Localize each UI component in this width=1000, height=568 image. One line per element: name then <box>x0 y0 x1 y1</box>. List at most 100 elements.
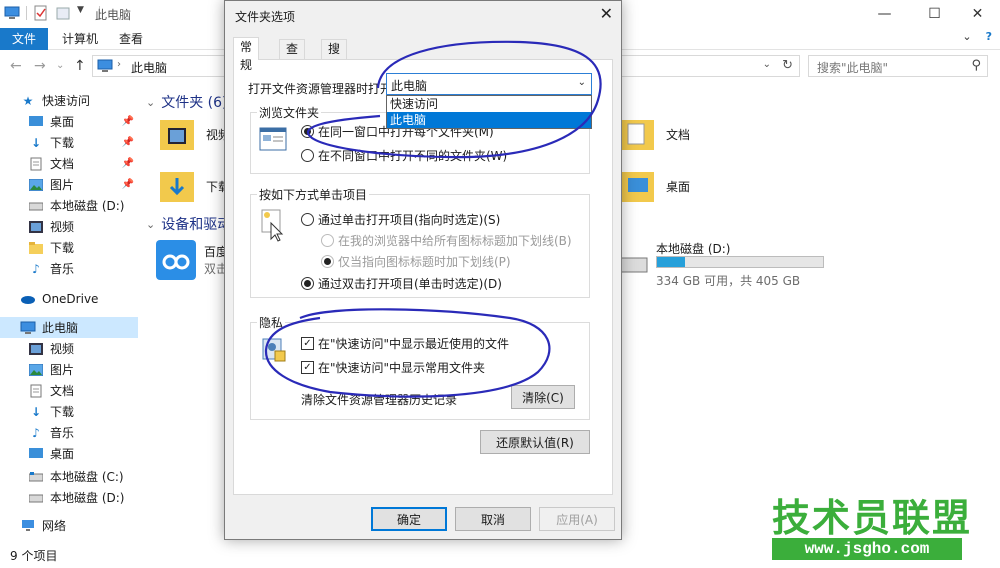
sidebar-item-pc-downloads[interactable]: ↓ 下载 <box>0 401 138 422</box>
sidebar-item-this-pc[interactable]: 此电脑 <box>0 317 138 338</box>
chevron-right-icon[interactable]: › <box>117 59 121 70</box>
pin-icon[interactable]: 📌 <box>122 179 134 190</box>
close-icon[interactable]: ✕ <box>600 4 613 23</box>
radio-single-click[interactable]: 通过单击打开项目(指向时选定)(S) <box>301 211 500 228</box>
recent-locations-icon[interactable]: ⌄ <box>56 60 64 71</box>
up-arrow-icon[interactable]: ↑ <box>74 58 86 74</box>
search-input[interactable]: 搜索"此电脑" ⚲ <box>808 55 988 77</box>
tab-file[interactable]: 文件 <box>0 28 49 50</box>
chevron-down-icon[interactable]: ⌄ <box>763 59 771 70</box>
cloud-icon <box>20 291 36 307</box>
chevron-down-icon[interactable]: ⌄ <box>962 30 971 43</box>
tab-search[interactable]: 搜索 <box>321 39 348 74</box>
forward-arrow-icon[interactable]: → <box>34 58 46 74</box>
pin-icon[interactable]: 📌 <box>122 158 134 169</box>
minimize-button[interactable]: — <box>862 0 907 28</box>
option-label: 在"快速访问"中显示常用文件夹 <box>318 361 486 375</box>
device-tile-baidu[interactable]: 百度 双击 <box>156 240 228 280</box>
sidebar-item-onedrive[interactable]: OneDrive <box>0 288 138 309</box>
drive-icon <box>28 490 44 506</box>
combobox-dropdown-list: 快速访问 此电脑 <box>386 95 592 129</box>
sidebar-item-download-folder[interactable]: 下载 <box>0 237 138 258</box>
tab-computer[interactable]: 计算机 <box>50 28 110 50</box>
back-arrow-icon[interactable]: ← <box>10 58 22 74</box>
sidebar-item-desktop[interactable]: 桌面 📌 <box>0 111 138 132</box>
maximize-button[interactable]: ☐ <box>912 0 957 28</box>
radio-indicator[interactable] <box>301 149 314 162</box>
sidebar-item-pc-videos[interactable]: 视频 <box>0 338 138 359</box>
drive-icon <box>28 469 44 485</box>
chevron-down-icon[interactable]: ⌄ <box>578 77 586 88</box>
apply-button[interactable]: 应用(A) <box>539 507 615 531</box>
radio-indicator[interactable] <box>321 234 334 247</box>
sidebar-item-label: 本地磁盘 (D:) <box>50 491 125 505</box>
sidebar-item-documents[interactable]: 文档 📌 <box>0 153 138 174</box>
option-quick-access[interactable]: 快速访问 <box>387 96 591 112</box>
chevron-down-icon[interactable]: ▼ <box>77 5 93 21</box>
pin-icon[interactable]: 📌 <box>122 137 134 148</box>
sidebar-item-music[interactable]: ♪ 音乐 <box>0 258 138 279</box>
sidebar-item-label: 网络 <box>42 519 67 533</box>
radio-indicator[interactable] <box>301 213 314 226</box>
help-icon[interactable]: ? <box>986 30 992 43</box>
folders-group-header[interactable]: ⌄ 文件夹 (6) <box>146 92 228 112</box>
sidebar-item-drive-c[interactable]: 本地磁盘 (C:) <box>0 466 138 487</box>
radio-double-click[interactable]: 通过双击打开项目(单击时选定)(D) <box>301 275 502 292</box>
group-title: 文件夹 (6) <box>161 95 228 111</box>
folder-tile-downloads[interactable]: 下载 <box>158 166 230 206</box>
download-icon: ↓ <box>30 404 42 419</box>
ok-button[interactable]: 确定 <box>371 507 447 531</box>
open-explorer-combobox[interactable]: 此电脑 ⌄ <box>386 73 592 95</box>
sidebar-item-pc-pictures[interactable]: 图片 <box>0 359 138 380</box>
properties-icon[interactable] <box>33 5 49 21</box>
refresh-icon[interactable]: ↻ <box>782 58 793 73</box>
sidebar-item-quick-access[interactable]: ★ 快速访问 <box>0 90 138 111</box>
sidebar-item-label: 视频 <box>50 220 75 234</box>
sidebar-item-pc-documents[interactable]: 文档 <box>0 380 138 401</box>
chevron-down-icon: ⌄ <box>146 217 156 231</box>
navigation-pane: ★ 快速访问 桌面 📌 ↓ 下载 📌 文档 📌 图片 📌 本地磁盘 (D:) 视频 下载 ♪… <box>0 86 138 540</box>
close-button[interactable]: ✕ <box>955 0 1000 28</box>
option-this-pc[interactable]: 此电脑 <box>387 112 591 128</box>
sidebar-item-videos[interactable]: 视频 <box>0 216 138 237</box>
document-icon <box>28 383 44 399</box>
radio-underline-point[interactable]: 仅当指向图标标题时加下划线(P) <box>321 253 511 270</box>
folder-tile-desktop[interactable]: 桌面 <box>618 166 690 206</box>
radio-indicator[interactable] <box>321 255 334 268</box>
sidebar-item-drive-d2[interactable]: 本地磁盘 (D:) <box>0 487 138 508</box>
video-folder-icon <box>160 120 194 150</box>
tab-view[interactable]: 查看 <box>107 28 155 50</box>
tab-view[interactable]: 查看 <box>279 39 306 74</box>
drive-usage-bar <box>656 256 824 268</box>
sidebar-item-label: 音乐 <box>50 262 75 276</box>
pin-icon[interactable]: 📌 <box>122 116 134 127</box>
drive-usage-fill <box>657 257 686 267</box>
radio-indicator[interactable] <box>301 125 314 138</box>
sidebar-item-downloads[interactable]: ↓ 下载 📌 <box>0 132 138 153</box>
group-title: 设备和驱动 <box>161 217 232 233</box>
watermark-title: 技术员联盟 <box>772 496 973 540</box>
new-folder-icon[interactable] <box>55 5 71 21</box>
folder-tile-videos[interactable]: 视频 <box>158 114 230 154</box>
cancel-button[interactable]: 取消 <box>455 507 531 531</box>
tab-general[interactable]: 常规 <box>233 37 260 72</box>
checkbox-indicator[interactable]: ✓ <box>301 361 314 374</box>
radio-underline-browser[interactable]: 在我的浏览器中给所有图标标题加下划线(B) <box>321 232 572 249</box>
checkbox-indicator[interactable]: ✓ <box>301 337 314 350</box>
sidebar-item-network[interactable]: 网络 <box>0 515 138 536</box>
sidebar-item-drive-d[interactable]: 本地磁盘 (D:) <box>0 195 138 216</box>
devices-group-header[interactable]: ⌄ 设备和驱动 <box>146 214 231 234</box>
sidebar-item-label: 本地磁盘 (C:) <box>50 470 124 484</box>
checkbox-show-recent-files[interactable]: ✓ 在"快速访问"中显示最近使用的文件 <box>301 335 509 352</box>
sidebar-item-pc-music[interactable]: ♪ 音乐 <box>0 422 138 443</box>
checkbox-show-frequent-folders[interactable]: ✓ 在"快速访问"中显示常用文件夹 <box>301 359 485 376</box>
sidebar-item-pc-desktop[interactable]: 桌面 <box>0 443 138 464</box>
option-label: 在"快速访问"中显示最近使用的文件 <box>318 337 510 351</box>
folder-tile-documents[interactable]: 文档 <box>618 114 690 154</box>
sidebar-item-pictures[interactable]: 图片 📌 <box>0 174 138 195</box>
restore-defaults-button[interactable]: 还原默认值(R) <box>480 430 590 454</box>
general-panel: 打开文件资源管理器时打开: 此电脑 ⌄ 快速访问 此电脑 浏览文件夹 在同一窗口… <box>233 59 613 495</box>
clear-history-button[interactable]: 清除(C) <box>511 385 575 409</box>
radio-indicator[interactable] <box>301 277 314 290</box>
radio-new-window[interactable]: 在不同窗口中打开不同的文件夹(W) <box>301 147 507 164</box>
